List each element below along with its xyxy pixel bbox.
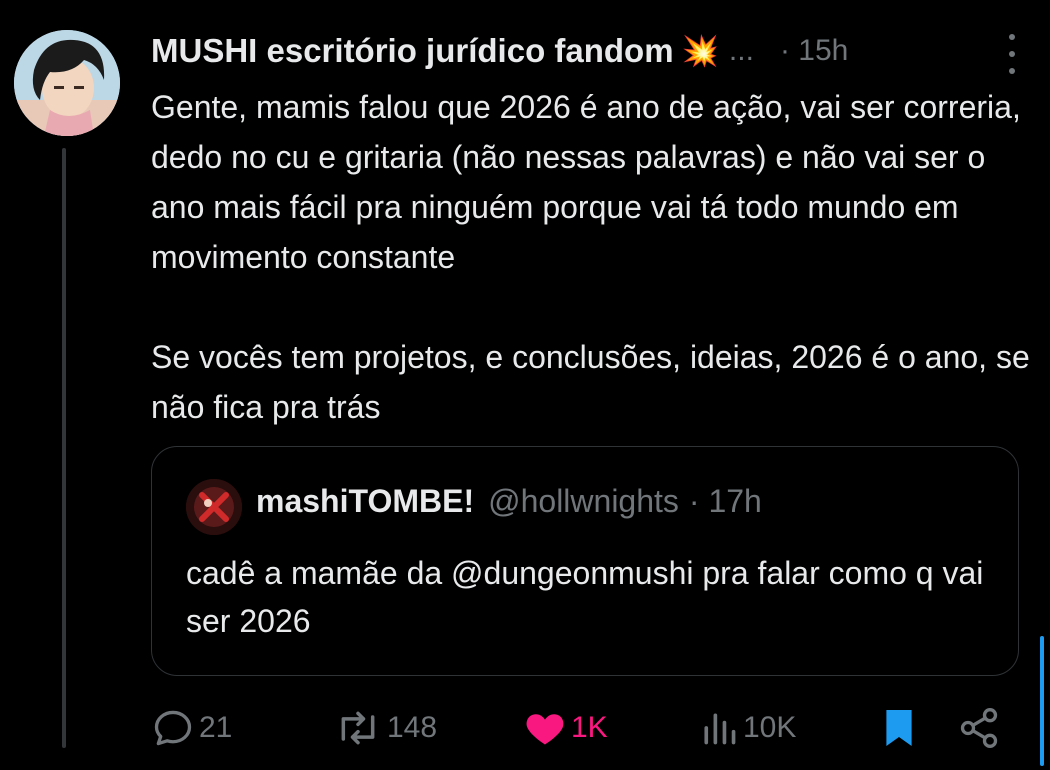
quote-text: cadê a mamãe da @dungeonmushi pra falar … [186, 555, 984, 639]
reply-count: 21 [199, 711, 233, 744]
action-bar: 21 148 1K 10K [151, 700, 1031, 756]
scrollbar[interactable] [1040, 636, 1044, 766]
quote-display-name[interactable]: mashiTOMBE! [256, 483, 474, 520]
display-name[interactable]: MUSHI escritório jurídico fandom [151, 32, 674, 70]
like-count: 1K [571, 711, 608, 744]
heart-icon [523, 706, 567, 750]
avatar[interactable] [14, 30, 120, 136]
avatar-illustration [14, 30, 120, 136]
bookmark-icon [881, 706, 917, 750]
collision-emoji: 💥 [681, 34, 719, 68]
quote-avatar[interactable] [186, 479, 242, 535]
quote-header: mashiTOMBE! @hollwnights · 17h [256, 483, 762, 520]
post-text: Gente, mamis falou que 2026 é ano de açã… [151, 82, 1031, 432]
share-button[interactable] [957, 700, 1001, 756]
quote-handle[interactable]: @hollwnights [488, 483, 679, 520]
name-truncation: ... [728, 34, 754, 67]
share-icon [957, 706, 1001, 750]
repost-icon [333, 706, 383, 750]
more-icon[interactable] [1002, 34, 1022, 74]
views-button[interactable]: 10K [699, 700, 796, 756]
quote-avatar-image [186, 479, 242, 535]
post-paragraph: Gente, mamis falou que 2026 é ano de açã… [151, 89, 1021, 275]
post-header: MUSHI escritório jurídico fandom 💥 ... ·… [151, 26, 1031, 76]
repost-button[interactable]: 148 [333, 700, 437, 756]
thread-line [62, 148, 66, 748]
repost-count: 148 [387, 711, 438, 744]
bookmark-button[interactable] [881, 700, 917, 756]
reply-icon [151, 706, 195, 750]
views-count: 10K [743, 711, 797, 744]
post-paragraph: Se vocês tem projetos, e conclusões, ide… [151, 339, 1030, 425]
quote-card[interactable]: mashiTOMBE! @hollwnights · 17h cadê a ma… [151, 446, 1019, 676]
views-icon [699, 706, 739, 750]
like-button[interactable]: 1K [523, 700, 608, 756]
reply-button[interactable]: 21 [151, 700, 232, 756]
post-time[interactable]: · 15h [780, 34, 848, 68]
quote-time[interactable]: · 17h [689, 483, 762, 520]
